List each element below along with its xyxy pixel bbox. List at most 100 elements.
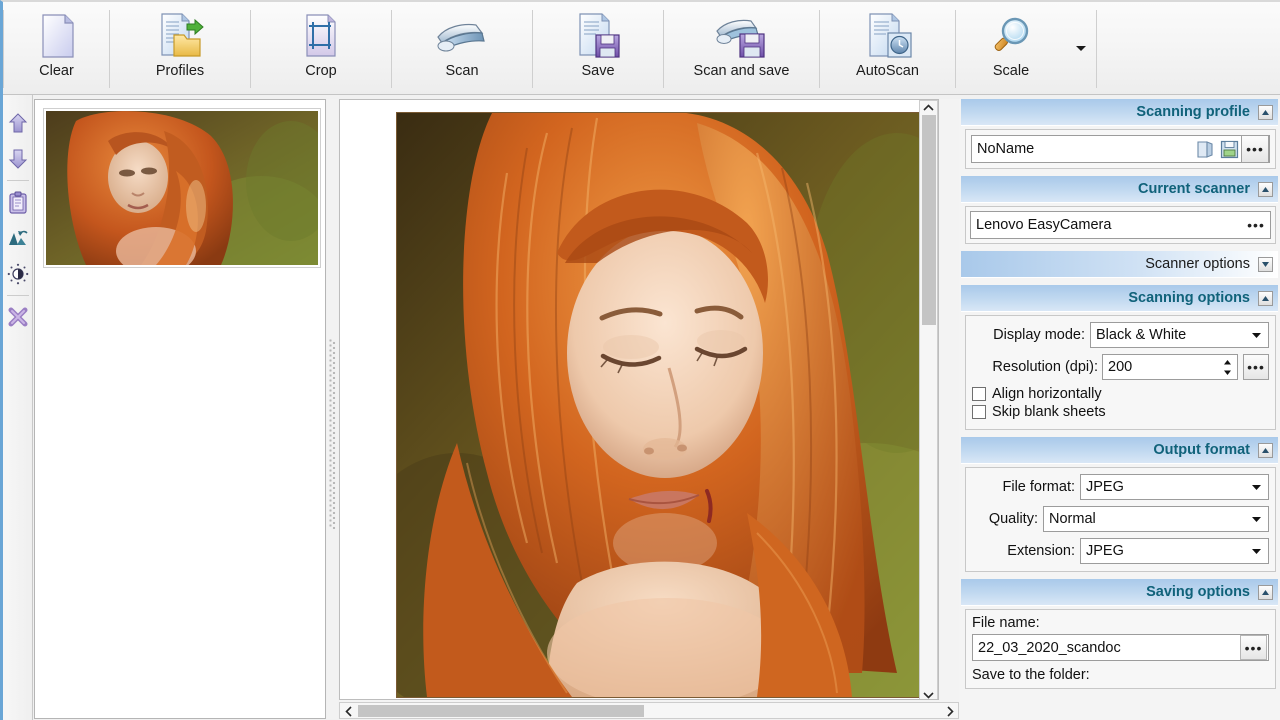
toolbar-button-autoscan[interactable]: AutoScan [820, 2, 955, 94]
page-floppy-icon [572, 11, 624, 61]
splitter-grip [329, 339, 336, 529]
section-body-scanning-options: Display mode: Black & White Resolution (… [965, 315, 1276, 430]
scanning-profile-more-button[interactable]: ••• [1241, 135, 1269, 163]
expand-down-icon[interactable] [1258, 256, 1273, 272]
toolbar-button-autoscan-label: AutoScan [856, 63, 919, 79]
toolbar-overflow-button[interactable] [1066, 2, 1096, 94]
page-clock-icon [862, 11, 914, 61]
toolbar-button-profiles[interactable]: Profiles [110, 2, 250, 94]
file-name-field[interactable]: 22_03_2020_scandoc ••• [972, 634, 1269, 661]
display-mode-value: Black & White [1096, 327, 1187, 343]
brightness-icon [7, 263, 29, 285]
toolbar-separator [1096, 10, 1097, 88]
file-name-label: File name: [972, 615, 1040, 631]
skip-blank-sheets-label: Skip blank sheets [992, 404, 1106, 420]
collapse-up-icon[interactable] [1258, 104, 1273, 120]
scanner-floppy-icon [713, 11, 771, 61]
scanner-icon [432, 11, 492, 61]
rail-button-delete[interactable] [4, 299, 32, 335]
toolbar-button-scale[interactable]: Scale [956, 2, 1066, 94]
scroll-left-button[interactable] [342, 705, 355, 717]
collapse-up-icon[interactable] [1258, 181, 1273, 197]
toolbar-button-crop[interactable]: Crop [251, 2, 391, 94]
toolbar-button-scan[interactable]: Scan [392, 2, 532, 94]
display-mode-select[interactable]: Black & White [1090, 322, 1269, 348]
viewer-vertical-scroll-thumb[interactable] [922, 115, 936, 325]
viewer-horizontal-scroll-thumb[interactable] [358, 705, 644, 717]
toolbar-button-save[interactable]: Save [533, 2, 663, 94]
options-sidebar: Scanning profile NoName ••• Current scan… [959, 99, 1280, 720]
image-canvas[interactable] [339, 99, 939, 700]
rail-button-move-down[interactable] [4, 141, 32, 177]
section-title-current-scanner: Current scanner [1137, 181, 1250, 197]
crop-page-icon [298, 11, 344, 61]
section-title-output-format: Output format [1153, 442, 1250, 458]
rail-button-clipboard[interactable] [4, 184, 32, 220]
section-title-scanning-options: Scanning options [1128, 290, 1250, 306]
extension-select[interactable]: JPEG [1080, 538, 1269, 564]
section-title-scanning-profile: Scanning profile [1136, 104, 1250, 120]
toolbar-button-scan-label: Scan [445, 63, 479, 79]
display-mode-label: Display mode: [993, 327, 1085, 343]
collapse-up-icon[interactable] [1258, 442, 1273, 458]
chevron-right-icon [946, 705, 954, 717]
scroll-up-button[interactable] [920, 101, 937, 115]
rail-button-rotate[interactable] [4, 220, 32, 256]
resolution-stepper[interactable]: 200 [1102, 354, 1238, 380]
chevron-down-icon [1244, 323, 1268, 347]
rail-divider [6, 295, 29, 296]
file-name-value: 22_03_2020_scandoc [978, 639, 1121, 656]
page-folder-icon [154, 11, 206, 61]
file-format-select[interactable]: JPEG [1080, 474, 1269, 500]
resolution-label: Resolution (dpi): [992, 359, 1098, 375]
rail-button-brightness[interactable] [4, 256, 32, 292]
resolution-more-button[interactable]: ••• [1243, 354, 1269, 380]
viewer-horizontal-scrollbar[interactable] [339, 702, 959, 719]
section-header-saving-options[interactable]: Saving options [961, 579, 1278, 606]
chevron-down-icon [1244, 475, 1268, 499]
align-horizontally-checkbox[interactable] [972, 387, 986, 401]
scanning-profile-field[interactable]: NoName ••• [971, 135, 1270, 163]
rail-button-move-up[interactable] [4, 105, 32, 141]
align-horizontally-label: Align horizontally [992, 386, 1102, 402]
toolbar-button-clear[interactable]: Clear [4, 2, 109, 94]
section-header-scanner-options[interactable]: Scanner options [961, 251, 1278, 278]
current-scanner-more-button[interactable]: ••• [1242, 211, 1270, 239]
section-header-current-scanner[interactable]: Current scanner [961, 176, 1278, 203]
file-name-more-button[interactable]: ••• [1240, 635, 1267, 660]
toolbar-button-save-label: Save [581, 63, 615, 79]
clipboard-icon [8, 191, 28, 214]
scroll-down-button[interactable] [920, 688, 937, 699]
spinner-arrows-icon[interactable] [1217, 355, 1237, 379]
section-header-scanning-options[interactable]: Scanning options [961, 285, 1278, 312]
scroll-right-button[interactable] [943, 705, 956, 717]
skip-blank-sheets-row[interactable]: Skip blank sheets [972, 404, 1269, 420]
chevron-down-icon [1244, 507, 1268, 531]
section-body-current-scanner: Lenovo EasyCamera ••• [965, 206, 1276, 244]
section-title-saving-options: Saving options [1146, 584, 1250, 600]
thumbnail-list-panel[interactable] [34, 99, 326, 719]
thumbnail-item[interactable] [43, 108, 321, 268]
panel-splitter[interactable] [327, 99, 338, 719]
open-folder-icon[interactable] [1193, 137, 1217, 161]
toolbar-button-profiles-label: Profiles [155, 63, 205, 79]
skip-blank-sheets-checkbox[interactable] [972, 405, 986, 419]
collapse-up-icon[interactable] [1258, 584, 1273, 600]
section-header-scanning-profile[interactable]: Scanning profile [961, 99, 1278, 126]
arrow-down-icon [8, 148, 28, 170]
section-body-output-format: File format: JPEG Quality: Normal Extens… [965, 467, 1276, 572]
toolbar-button-scan-and-save-label: Scan and save [693, 63, 790, 79]
quality-value: Normal [1049, 511, 1096, 527]
quality-select[interactable]: Normal [1043, 506, 1269, 532]
thumbnail-image [46, 111, 318, 265]
floppy-save-icon[interactable] [1217, 137, 1241, 161]
viewer-vertical-scrollbar[interactable] [919, 100, 938, 699]
toolbar-button-scan-and-save[interactable]: Scan and save [664, 2, 819, 94]
chevron-left-icon [344, 705, 353, 717]
resolution-value: 200 [1108, 359, 1133, 375]
align-horizontally-row[interactable]: Align horizontally [972, 386, 1269, 402]
scanned-image-preview [396, 112, 932, 698]
section-header-output-format[interactable]: Output format [961, 437, 1278, 464]
collapse-up-icon[interactable] [1258, 290, 1273, 306]
current-scanner-field[interactable]: Lenovo EasyCamera ••• [970, 211, 1271, 239]
